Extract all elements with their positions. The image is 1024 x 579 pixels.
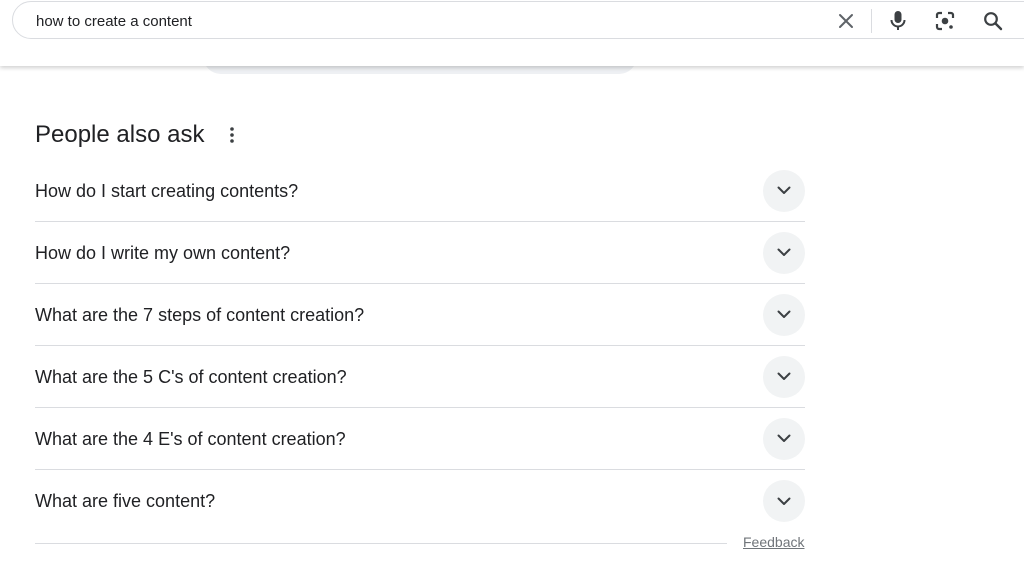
close-icon[interactable] <box>835 10 857 32</box>
question-item[interactable]: What are the 4 E's of content creation? <box>35 408 805 470</box>
question-item[interactable]: What are the 5 C's of content creation? <box>35 346 805 408</box>
more-options-icon[interactable] <box>224 123 240 147</box>
question-text: What are five content? <box>35 491 216 511</box>
chevron-down-icon[interactable] <box>763 231 805 274</box>
microphone-icon[interactable] <box>887 10 909 32</box>
question-text: What are the 7 steps of content creation… <box>35 304 365 325</box>
question-item[interactable]: How do I start creating contents? <box>35 160 805 222</box>
question-text: What are the 5 C's of content creation? <box>35 366 347 387</box>
search-input[interactable] <box>36 10 796 32</box>
question-item[interactable]: What are the 7 steps of content creation… <box>35 284 805 346</box>
search-box-divider <box>871 9 872 33</box>
question-text: How do I write my own content? <box>35 242 291 263</box>
question-item[interactable]: What are five content? <box>35 470 805 532</box>
chevron-down-icon[interactable] <box>763 480 805 522</box>
question-text: How do I start creating contents? <box>35 180 299 201</box>
search-header <box>0 0 1024 66</box>
search-icon[interactable] <box>982 10 1004 32</box>
question-text: What are the 4 E's of content creation? <box>35 428 346 449</box>
feedback-link[interactable]: Feedback <box>743 534 804 550</box>
chevron-down-icon[interactable] <box>763 417 805 460</box>
chevron-down-icon[interactable] <box>763 169 805 212</box>
question-item[interactable]: How do I write my own content? <box>35 222 805 284</box>
search-box[interactable] <box>12 1 1024 39</box>
search-results-page: People also ask How do I start creating … <box>0 0 1024 579</box>
people-also-ask-list: How do I start creating contents? How do… <box>35 160 805 532</box>
chevron-down-icon[interactable] <box>763 355 805 398</box>
chevron-down-icon[interactable] <box>763 293 805 336</box>
camera-lens-icon[interactable] <box>934 10 956 32</box>
people-also-ask-title: People also ask <box>35 121 205 148</box>
footer-divider <box>35 543 727 544</box>
people-also-ask-header: People also ask <box>35 120 240 150</box>
